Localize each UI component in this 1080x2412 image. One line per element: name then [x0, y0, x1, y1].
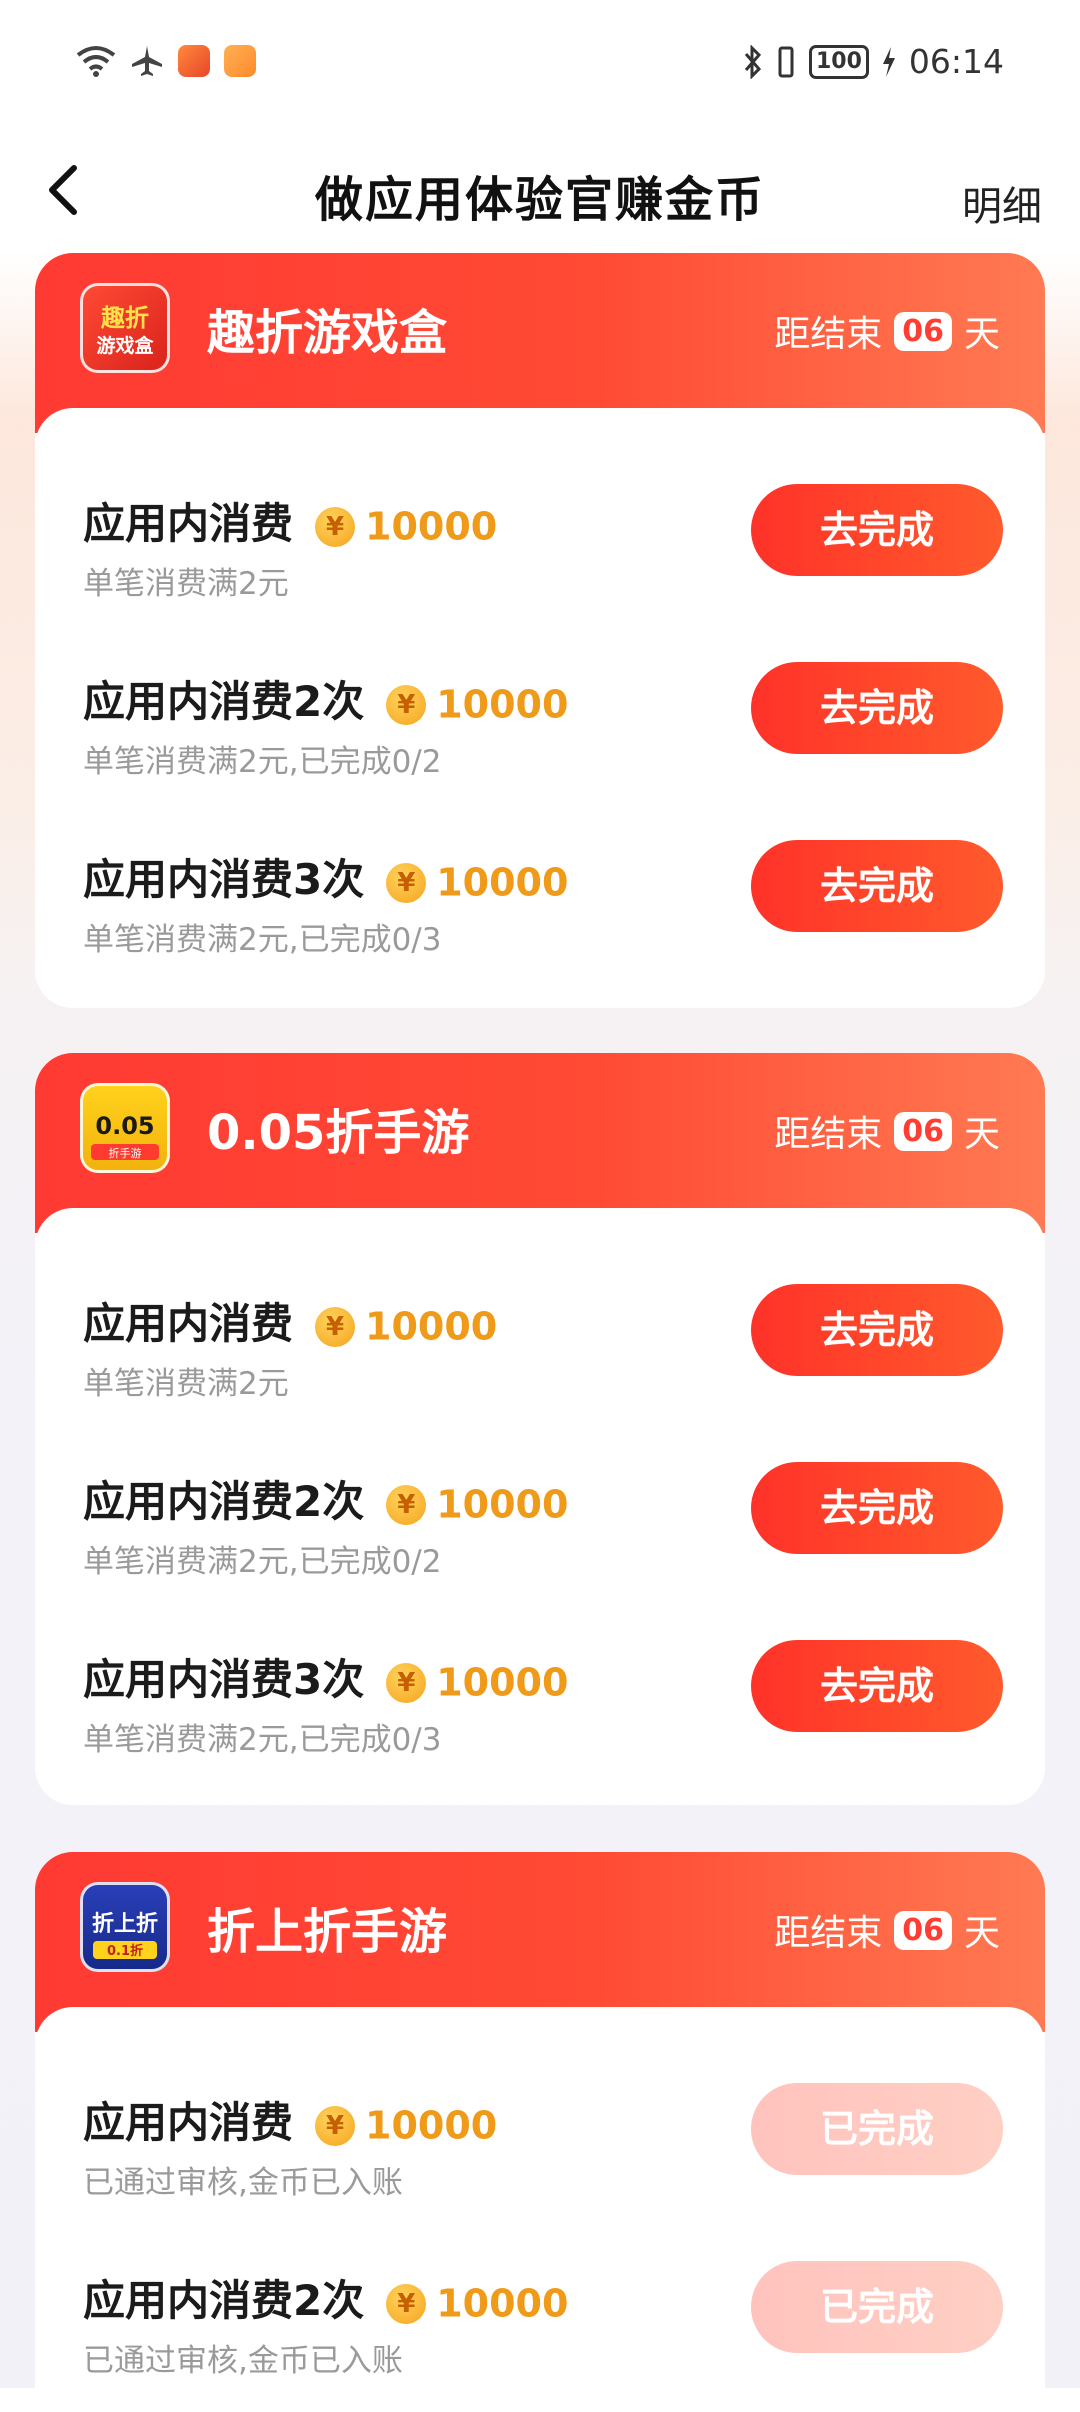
status-time: 06:14 [908, 42, 1004, 81]
app-card: 折上折 0.1折 折上折手游 距结束 06 天 应用内消费 ¥10000 已通过审… [35, 1852, 1045, 2412]
coin-reward: 10000 [436, 860, 569, 905]
task-subtitle: 单笔消费满2元,已完成0/3 [83, 922, 442, 958]
bluetooth-icon [744, 44, 762, 79]
app-logo-icon: 0.05 折手游 [80, 1083, 170, 1173]
countdown-label: 距结束 [774, 314, 883, 355]
coin-reward: 10000 [365, 2103, 498, 2148]
battery-icon: 100 [808, 44, 869, 79]
card-header: 折上折 0.1折 折上折手游 距结束 06 天 [35, 1852, 1045, 2032]
countdown: 距结束 06 天 [774, 305, 1000, 357]
coin-reward: 10000 [436, 1660, 569, 1705]
coin-reward: 10000 [365, 1304, 498, 1349]
task-list: 应用内消费 ¥10000 已通过审核,金币已入账 已完成 应用内消费2次 ¥1000… [35, 2007, 1045, 2412]
task-row: 应用内消费2次 ¥10000 单笔消费满2元,已完成0/2 去完成 [83, 662, 1003, 798]
coin-icon: ¥ [315, 1306, 356, 1347]
nav-bar: 做应用体验官赚金币 明细 [0, 130, 1080, 252]
countdown-value: 06 [894, 311, 952, 351]
card-header: 趣折 游戏盒 趣折游戏盒 距结束 06 天 [35, 253, 1045, 433]
countdown-label: 距结束 [774, 1114, 883, 1155]
coin-reward: 10000 [436, 1482, 569, 1527]
task-list: 应用内消费 ¥10000 单笔消费满2元 去完成 应用内消费2次 ¥10000 单笔… [35, 1208, 1045, 1805]
svg-text:0.05: 0.05 [95, 1112, 154, 1140]
coin-icon: ¥ [386, 862, 427, 903]
go-complete-button[interactable]: 去完成 [751, 1462, 1003, 1554]
svg-text:趣折: 趣折 [100, 304, 149, 332]
task-title: 应用内消费2次 [83, 1477, 365, 1526]
status-right: 100 06:14 [743, 42, 1004, 81]
task-row: 应用内消费 ¥10000 单笔消费满2元 去完成 [83, 1284, 1003, 1420]
app-notification-icon [178, 45, 210, 77]
countdown-unit: 天 [963, 1114, 1000, 1155]
countdown-value: 06 [894, 1111, 952, 1151]
status-left [76, 44, 256, 78]
svg-text:游戏盒: 游戏盒 [96, 334, 154, 357]
go-complete-button[interactable]: 去完成 [751, 662, 1003, 754]
task-row: 应用内消费3次 ¥10000 单笔消费满2元,已完成0/3 去完成 [83, 1640, 1003, 1776]
task-subtitle: 单笔消费满2元,已完成0/2 [83, 1544, 442, 1580]
coin-icon: ¥ [386, 1484, 427, 1525]
task-title: 应用内消费 [83, 2098, 294, 2147]
vibrate-icon [778, 46, 794, 77]
task-row: 应用内消费2次 ¥10000 已通过审核,金币已入账 已完成 [83, 2261, 1003, 2397]
app-card: 趣折 游戏盒 趣折游戏盒 距结束 06 天 应用内消费 ¥10000 单笔消费满2… [35, 253, 1045, 1008]
task-title: 应用内消费3次 [83, 855, 365, 904]
task-subtitle: 单笔消费满2元 [83, 1366, 289, 1402]
svg-text:0.1折: 0.1折 [107, 1943, 143, 1959]
app-logo-icon: 趣折 游戏盒 [80, 283, 170, 373]
svg-text:折手游: 折手游 [109, 1146, 142, 1160]
task-title: 应用内消费3次 [83, 1655, 365, 1704]
task-row: 应用内消费 ¥10000 已通过审核,金币已入账 已完成 [83, 2083, 1003, 2219]
task-title: 应用内消费 [83, 1299, 294, 1348]
task-subtitle: 单笔消费满2元 [83, 566, 289, 602]
task-subtitle: 单笔消费满2元,已完成0/2 [83, 744, 442, 780]
coin-icon: ¥ [315, 2105, 356, 2146]
go-complete-button[interactable]: 去完成 [751, 840, 1003, 932]
coin-icon: ¥ [386, 1662, 427, 1703]
details-link[interactable]: 明细 [962, 174, 1042, 232]
airplane-icon [132, 46, 162, 76]
card-header: 0.05 折手游 0.05折手游 距结束 06 天 [35, 1053, 1045, 1233]
task-subtitle: 已通过审核,金币已入账 [83, 2343, 403, 2379]
task-title: 应用内消费2次 [83, 677, 365, 726]
task-title: 应用内消费 [83, 499, 294, 548]
countdown: 距结束 06 天 [774, 1904, 1000, 1956]
task-row: 应用内消费 ¥10000 单笔消费满2元 去完成 [83, 484, 1003, 620]
charging-icon [882, 46, 895, 77]
coin-reward: 10000 [436, 682, 569, 727]
completed-button[interactable]: 已完成 [751, 2261, 1003, 2353]
app-name: 折上折手游 [207, 1904, 448, 1960]
coin-icon: ¥ [315, 506, 356, 547]
task-subtitle: 已通过审核,金币已入账 [83, 2165, 403, 2201]
svg-text:折上折: 折上折 [92, 1912, 158, 1937]
countdown: 距结束 06 天 [774, 1105, 1000, 1157]
task-title: 应用内消费2次 [83, 2276, 365, 2325]
app-logo-icon: 折上折 0.1折 [80, 1882, 170, 1972]
go-complete-button[interactable]: 去完成 [751, 1640, 1003, 1732]
app-card: 0.05 折手游 0.05折手游 距结束 06 天 应用内消费 ¥10000 单笔… [35, 1053, 1045, 1805]
task-list: 应用内消费 ¥10000 单笔消费满2元 去完成 应用内消费2次 ¥10000 单笔… [35, 408, 1045, 1008]
coin-reward: 10000 [365, 504, 498, 549]
wifi-icon [76, 46, 116, 77]
countdown-unit: 天 [963, 314, 1000, 355]
completed-button[interactable]: 已完成 [751, 2083, 1003, 2175]
task-row: 应用内消费2次 ¥10000 单笔消费满2元,已完成0/2 去完成 [83, 1462, 1003, 1598]
task-row: 应用内消费3次 ¥10000 单笔消费满2元,已完成0/3 去完成 [83, 840, 1003, 976]
coin-icon: ¥ [386, 684, 427, 725]
app-name: 0.05折手游 [207, 1105, 470, 1161]
task-subtitle: 单笔消费满2元,已完成0/3 [83, 1722, 442, 1758]
countdown-label: 距结束 [774, 1913, 883, 1954]
app-name: 趣折游戏盒 [207, 305, 448, 361]
app-notification-icon-2 [224, 45, 256, 77]
go-complete-button[interactable]: 去完成 [751, 484, 1003, 576]
coin-reward: 10000 [436, 2281, 569, 2326]
countdown-unit: 天 [963, 1913, 1000, 1954]
coin-icon: ¥ [386, 2283, 427, 2324]
go-complete-button[interactable]: 去完成 [751, 1284, 1003, 1376]
countdown-value: 06 [894, 1910, 952, 1950]
page-title: 做应用体验官赚金币 [314, 172, 765, 228]
status-bar: 100 06:14 [0, 0, 1080, 130]
